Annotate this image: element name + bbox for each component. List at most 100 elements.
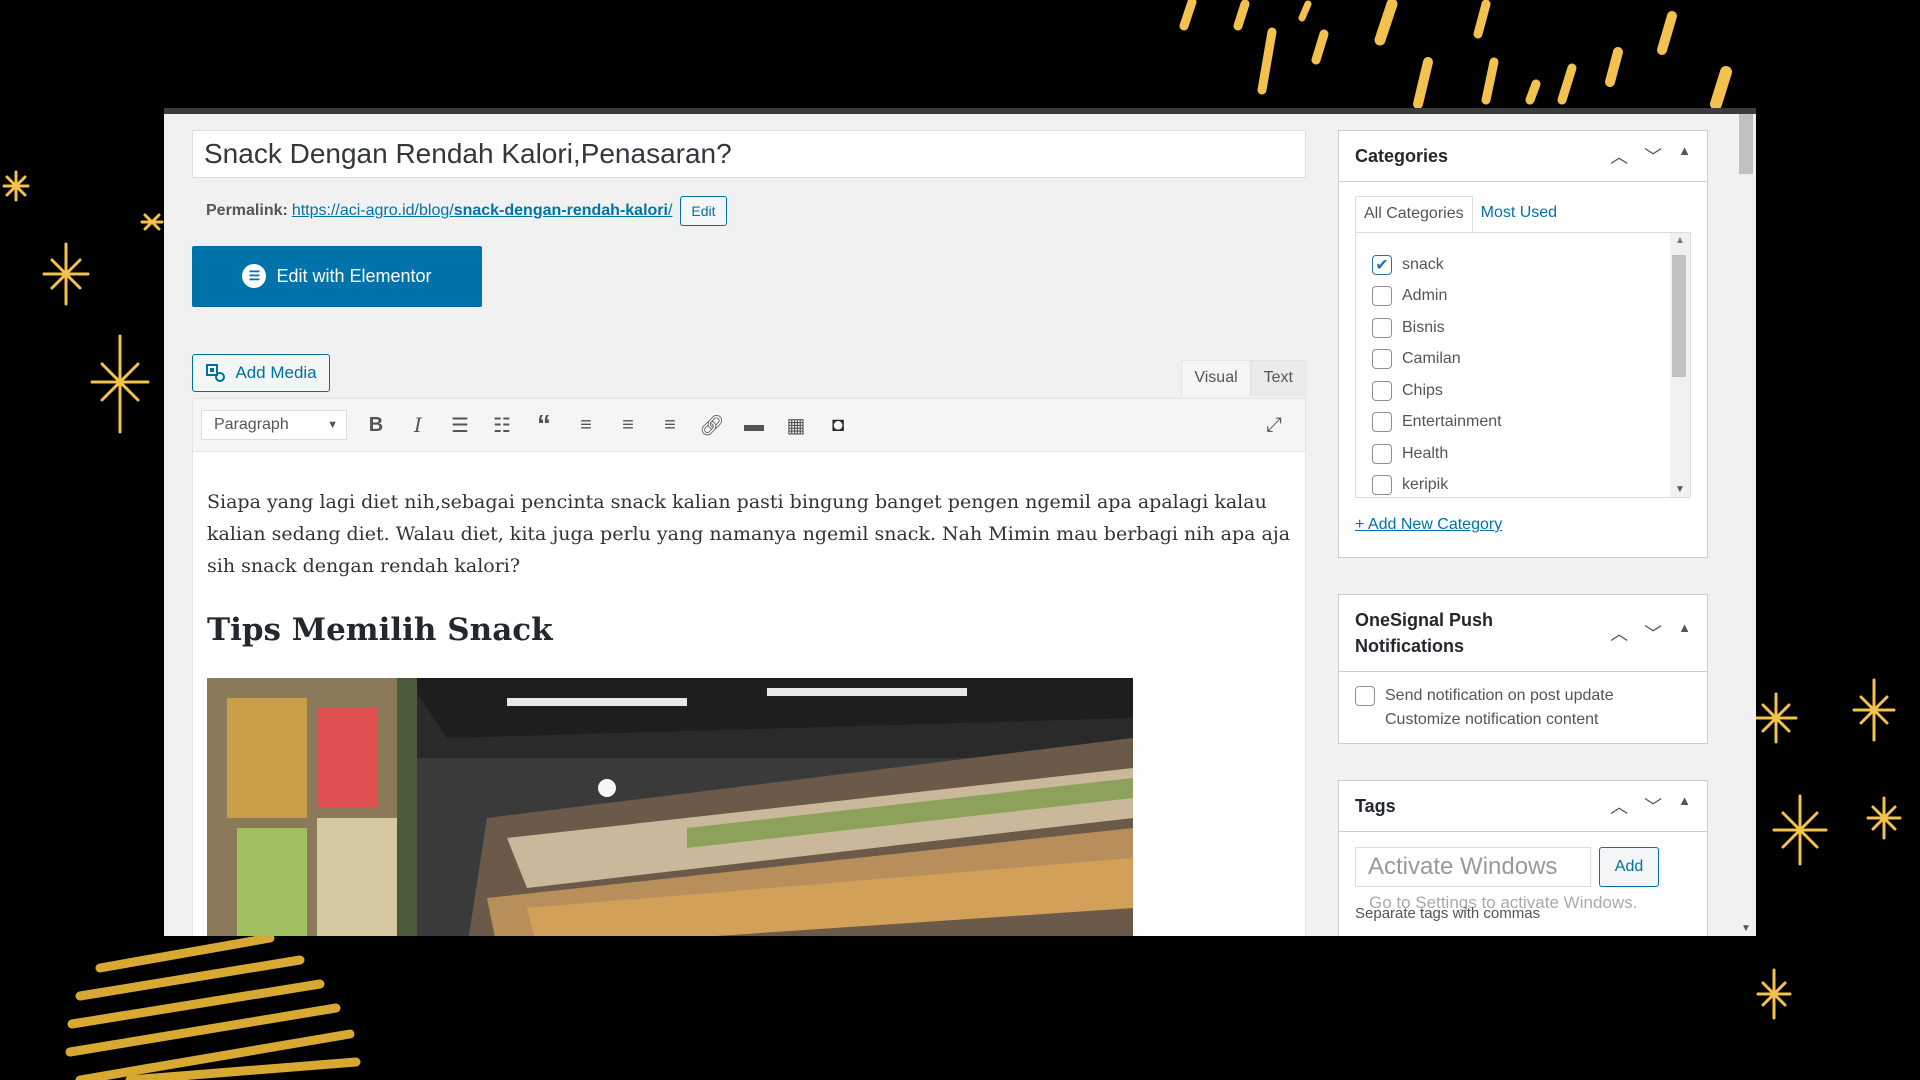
- chevron-up-icon[interactable]: ︿: [1610, 620, 1628, 646]
- editor-mode-tabs: Visual Text: [1181, 360, 1306, 396]
- category-checkbox[interactable]: [1372, 286, 1392, 307]
- bulleted-list-icon[interactable]: ☰: [441, 408, 479, 442]
- onesignal-title-line1: OneSignal Push: [1355, 610, 1494, 630]
- tag-input[interactable]: Activate Windows: [1355, 847, 1591, 887]
- elementor-button-label: Edit with Elementor: [276, 265, 432, 286]
- format-select[interactable]: Paragraph ▼: [201, 410, 347, 440]
- scroll-down-icon[interactable]: ▼: [1675, 484, 1685, 495]
- category-label: Admin: [1402, 287, 1448, 305]
- add-media-button[interactable]: Add Media: [192, 354, 330, 392]
- chevron-up-icon[interactable]: ︿: [1610, 143, 1628, 169]
- add-tag-button[interactable]: Add: [1599, 847, 1659, 887]
- editor-content[interactable]: Siapa yang lagi diet nih,sebagai pencint…: [193, 452, 1305, 936]
- onesignal-title-line2: Notifications: [1355, 636, 1465, 656]
- send-notification-label: Send notification on post update: [1385, 687, 1614, 704]
- permalink-link[interactable]: https://aci-agro.id/blog/snack-dengan-re…: [292, 202, 673, 220]
- permalink-prefix: https://aci-agro.id/blog/: [291, 202, 454, 219]
- tags-panel: Tags ︿ ﹀ ▲ Activate Windows Add Go to Sett…: [1338, 780, 1708, 936]
- add-new-category-link[interactable]: + Add New Category: [1355, 516, 1707, 534]
- category-item[interactable]: keripik: [1356, 470, 1690, 498]
- tab-visual[interactable]: Visual: [1181, 360, 1251, 396]
- category-item[interactable]: Admin: [1356, 281, 1690, 313]
- collapse-toggle-icon[interactable]: ▲: [1678, 143, 1691, 169]
- page-scroll-thumb[interactable]: [1739, 114, 1753, 174]
- category-scrollbar[interactable]: ▲ ▼: [1670, 233, 1690, 497]
- category-label: Bisnis: [1402, 318, 1445, 336]
- bold-icon[interactable]: B: [357, 408, 395, 442]
- post-title-input[interactable]: Snack Dengan Rendah Kalori,Penasaran?: [192, 130, 1306, 178]
- post-image-supermarket[interactable]: [207, 678, 1133, 936]
- category-label: Camilan: [1402, 350, 1461, 368]
- fullscreen-icon[interactable]: ⤢: [1255, 408, 1293, 442]
- send-notification-option[interactable]: Send notification on post update: [1355, 684, 1691, 708]
- tags-title: Tags: [1355, 796, 1396, 816]
- category-checkbox[interactable]: [1372, 349, 1392, 370]
- collapse-toggle-icon[interactable]: ▲: [1678, 793, 1691, 819]
- supermarket-shelf-image: [207, 678, 1133, 936]
- read-more-icon[interactable]: ▬: [735, 408, 773, 442]
- scroll-down-icon[interactable]: ▼: [1741, 923, 1751, 934]
- category-checkbox[interactable]: [1372, 412, 1392, 433]
- blockquote-icon[interactable]: “: [525, 408, 563, 442]
- category-item[interactable]: Health: [1356, 438, 1690, 470]
- permalink-slug: snack-dengan-rendah-kalori: [453, 202, 668, 219]
- tags-hint: Separate tags with commas: [1355, 905, 1541, 922]
- tags-panel-header[interactable]: Tags ︿ ﹀ ▲: [1339, 781, 1707, 832]
- tab-text[interactable]: Text: [1250, 360, 1306, 396]
- customize-notification-label: Customize notification content: [1385, 711, 1599, 728]
- tab-all-categories[interactable]: All Categories: [1355, 196, 1473, 232]
- categories-title: Categories: [1355, 146, 1449, 166]
- post-heading: Tips Memilih Snack: [207, 612, 553, 648]
- permalink-edit-button[interactable]: Edit: [680, 196, 727, 226]
- align-center-icon[interactable]: ≡: [609, 408, 647, 442]
- chevron-down-icon[interactable]: ﹀: [1644, 143, 1662, 169]
- editor-box: Paragraph ▼ B I ☰ ☷ “ ≡ ≡ ≡ 🔗︎ ▬ ▦ ◘ ⤢ Si…: [192, 398, 1306, 936]
- category-label: Health: [1402, 444, 1449, 462]
- edit-with-elementor-button[interactable]: ☰ Edit with Elementor: [192, 246, 482, 306]
- category-checkbox[interactable]: [1372, 443, 1392, 464]
- align-right-icon[interactable]: ≡: [651, 408, 689, 442]
- gold-circle-stripes: [65, 933, 361, 1080]
- chevron-up-icon[interactable]: ︿: [1610, 793, 1628, 819]
- page-scrollbar[interactable]: ▼: [1736, 114, 1756, 936]
- align-left-icon[interactable]: ≡: [567, 408, 605, 442]
- category-item[interactable]: Bisnis: [1356, 312, 1690, 344]
- toolbar-toggle-icon[interactable]: ▦: [777, 408, 815, 442]
- onesignal-panel-header[interactable]: OneSignal Push Notifications ︿ ﹀ ▲: [1339, 595, 1707, 672]
- category-item[interactable]: ✔ snack: [1356, 249, 1690, 281]
- category-checkbox[interactable]: [1372, 380, 1392, 401]
- scroll-thumb[interactable]: [1672, 255, 1686, 377]
- italic-icon[interactable]: I: [399, 408, 437, 442]
- category-checkbox[interactable]: [1372, 317, 1392, 338]
- tab-most-used[interactable]: Most Used: [1473, 196, 1565, 232]
- plugin-icon[interactable]: ◘: [819, 408, 857, 442]
- categories-panel-header[interactable]: Categories ︿ ﹀ ▲: [1339, 131, 1707, 182]
- collapse-toggle-icon[interactable]: ▲: [1678, 620, 1691, 646]
- scroll-up-icon[interactable]: ▲: [1675, 235, 1685, 246]
- category-item[interactable]: Entertainment: [1356, 407, 1690, 439]
- category-checkbox[interactable]: ✔: [1372, 254, 1392, 275]
- permalink-suffix: /: [667, 202, 673, 219]
- chevron-down-icon[interactable]: ﹀: [1644, 793, 1662, 819]
- gold-streaks: [1179, 0, 1732, 110]
- link-icon[interactable]: 🔗︎: [693, 408, 731, 442]
- categories-panel: Categories ︿ ﹀ ▲ All Categories Most Used …: [1338, 130, 1708, 558]
- elementor-icon: ☰: [242, 264, 267, 288]
- category-checkbox[interactable]: [1372, 475, 1392, 496]
- permalink-row: Permalink: https://aci-agro.id/blog/snac…: [206, 196, 727, 226]
- onesignal-body: Send notification on post update Customi…: [1339, 672, 1707, 744]
- category-label: Chips: [1402, 381, 1443, 399]
- category-label: keripik: [1402, 476, 1449, 494]
- media-icon: [206, 364, 226, 382]
- add-media-label: Add Media: [235, 363, 317, 382]
- chevron-down-icon[interactable]: ﹀: [1644, 620, 1662, 646]
- category-item[interactable]: Camilan: [1356, 344, 1690, 376]
- onesignal-panel: OneSignal Push Notifications ︿ ﹀ ▲ Send not…: [1338, 594, 1708, 744]
- editor-toolbar: Paragraph ▼ B I ☰ ☷ “ ≡ ≡ ≡ 🔗︎ ▬ ▦ ◘ ⤢: [193, 399, 1305, 452]
- wordpress-editor-window: Snack Dengan Rendah Kalori,Penasaran? Pe…: [164, 108, 1756, 936]
- post-paragraph: Siapa yang lagi diet nih,sebagai pencint…: [207, 491, 1291, 577]
- send-notification-checkbox[interactable]: [1355, 686, 1375, 706]
- numbered-list-icon[interactable]: ☷: [483, 408, 521, 442]
- category-label: snack: [1402, 255, 1444, 273]
- category-item[interactable]: Chips: [1356, 375, 1690, 407]
